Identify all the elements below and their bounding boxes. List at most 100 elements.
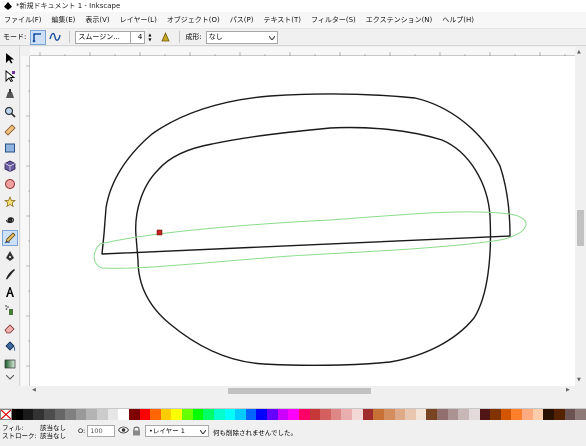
drawing-canvas[interactable] (30, 56, 575, 386)
palette-swatch[interactable] (118, 409, 129, 420)
palette-swatch[interactable] (107, 409, 119, 420)
drawn-path-inner[interactable] (135, 126, 492, 367)
palette-swatch[interactable] (150, 409, 161, 420)
palette-swatch[interactable] (458, 409, 469, 420)
rectangle-tool-button[interactable] (2, 140, 18, 156)
palette-swatch[interactable] (128, 409, 140, 420)
palette-swatch[interactable] (320, 409, 331, 420)
layer-lock-toggle[interactable] (132, 426, 141, 438)
palette-swatch[interactable] (437, 409, 448, 420)
palette-swatch[interactable] (235, 409, 246, 420)
palette-swatch[interactable] (447, 409, 459, 420)
palette-swatch[interactable] (426, 409, 437, 420)
palette-swatch[interactable] (54, 409, 66, 420)
palette-swatch[interactable] (43, 409, 55, 420)
shape-select[interactable]: なし (205, 30, 278, 44)
palette-swatch[interactable] (256, 409, 267, 420)
palette-swatch[interactable] (203, 409, 214, 420)
measure-tool-button[interactable] (2, 122, 18, 138)
smoothing-number-field[interactable]: 4 (131, 30, 146, 44)
fill-value[interactable]: 該当なし (40, 424, 66, 432)
eraser-tool-button[interactable] (2, 320, 18, 336)
palette-swatch[interactable] (224, 409, 236, 420)
palette-swatch[interactable] (86, 409, 97, 420)
palette-swatch[interactable] (383, 409, 395, 420)
pencil-tool-button[interactable] (2, 230, 18, 246)
menu-path[interactable]: パス(P) (230, 15, 254, 25)
palette-swatch[interactable] (309, 409, 321, 420)
palette-swatch[interactable] (500, 409, 512, 420)
menu-help[interactable]: ヘルプ(H) (442, 15, 474, 25)
spray-tool-button[interactable] (2, 302, 18, 318)
palette-swatch[interactable] (490, 409, 501, 420)
palette-swatch[interactable] (394, 409, 406, 420)
layer-select[interactable]: •レイヤー 1 (145, 425, 209, 437)
palette-swatch[interactable] (192, 409, 204, 420)
layer-visibility-toggle[interactable] (118, 426, 129, 436)
palette-swatch[interactable] (213, 409, 225, 420)
drawn-path-outer[interactable] (101, 93, 511, 255)
palette-swatch[interactable] (277, 409, 289, 420)
menu-object[interactable]: オブジェクト(O) (167, 15, 220, 25)
star-tool-button[interactable] (2, 194, 18, 210)
vertical-ruler[interactable] (21, 56, 30, 386)
palette-swatch[interactable] (511, 409, 522, 420)
reset-smoothing-button[interactable] (157, 30, 173, 45)
palette-swatch[interactable] (139, 409, 151, 420)
palette-swatch[interactable] (245, 409, 257, 420)
palette-swatch[interactable] (182, 409, 193, 420)
horizontal-scrollbar[interactable]: ◀ ▶ (30, 386, 575, 396)
palette-swatch[interactable] (479, 409, 491, 420)
palette-swatch[interactable] (362, 409, 374, 420)
calligraphy-tool-button[interactable] (2, 266, 18, 282)
vertical-scroll-thumb[interactable] (577, 210, 584, 246)
palette-swatch[interactable] (543, 409, 554, 420)
scroll-down-icon[interactable]: ▼ (577, 377, 581, 383)
smoothing-stepper[interactable]: ▲ ▼ (146, 31, 153, 44)
palette-swatch[interactable] (532, 409, 544, 420)
palette-swatch[interactable] (12, 409, 23, 420)
more-tools-button[interactable] (2, 372, 18, 382)
palette-swatch[interactable] (330, 409, 342, 420)
palette-swatch[interactable] (522, 409, 533, 420)
palette-swatch[interactable] (575, 409, 586, 420)
palette-swatch[interactable] (341, 409, 352, 420)
selector-tool-button[interactable] (2, 50, 18, 66)
no-paint-swatch[interactable] (0, 409, 12, 420)
palette-swatch[interactable] (22, 409, 34, 420)
palette-swatch[interactable] (267, 409, 278, 420)
palette-swatch[interactable] (468, 409, 480, 420)
zoom-tool-button[interactable] (2, 104, 18, 120)
horizontal-scroll-thumb[interactable] (228, 388, 371, 394)
scroll-right-icon[interactable]: ▶ (566, 387, 570, 393)
palette-swatch[interactable] (65, 409, 76, 420)
palette-swatch[interactable] (352, 409, 363, 420)
vertical-scrollbar[interactable]: ▲ ▼ (575, 47, 586, 386)
paint-bucket-tool-button[interactable] (2, 338, 18, 354)
palette-swatch[interactable] (288, 409, 299, 420)
menu-filters[interactable]: フィルター(S) (311, 15, 356, 25)
spiral-tool-button[interactable] (2, 212, 18, 228)
palette-swatch[interactable] (97, 409, 108, 420)
menu-layer[interactable]: レイヤー(L) (120, 15, 157, 25)
menu-text[interactable]: テキスト(T) (263, 15, 301, 25)
node-tool-button[interactable] (2, 68, 18, 84)
opacity-input[interactable]: 100 (87, 425, 116, 437)
pen-tool-button[interactable] (2, 248, 18, 264)
tweak-tool-button[interactable] (2, 86, 18, 102)
palette-swatch[interactable] (75, 409, 87, 420)
horizontal-ruler[interactable] (30, 47, 575, 56)
palette-swatch[interactable] (33, 409, 44, 420)
palette-swatch[interactable] (553, 409, 565, 420)
palette-swatch[interactable] (405, 409, 416, 420)
stroke-value[interactable]: 該当なし (40, 432, 66, 440)
menu-view[interactable]: 表示(V) (85, 15, 109, 25)
menu-edit[interactable]: 編集(E) (52, 15, 76, 25)
spiro-mode-button[interactable] (47, 30, 63, 45)
text-tool-button[interactable] (2, 284, 18, 300)
ellipse-tool-button[interactable] (2, 176, 18, 192)
regular-bezier-mode-button[interactable] (30, 29, 47, 45)
palette-swatch[interactable] (415, 409, 427, 420)
gradient-tool-button[interactable] (2, 356, 18, 372)
palette-swatch[interactable] (298, 409, 310, 420)
